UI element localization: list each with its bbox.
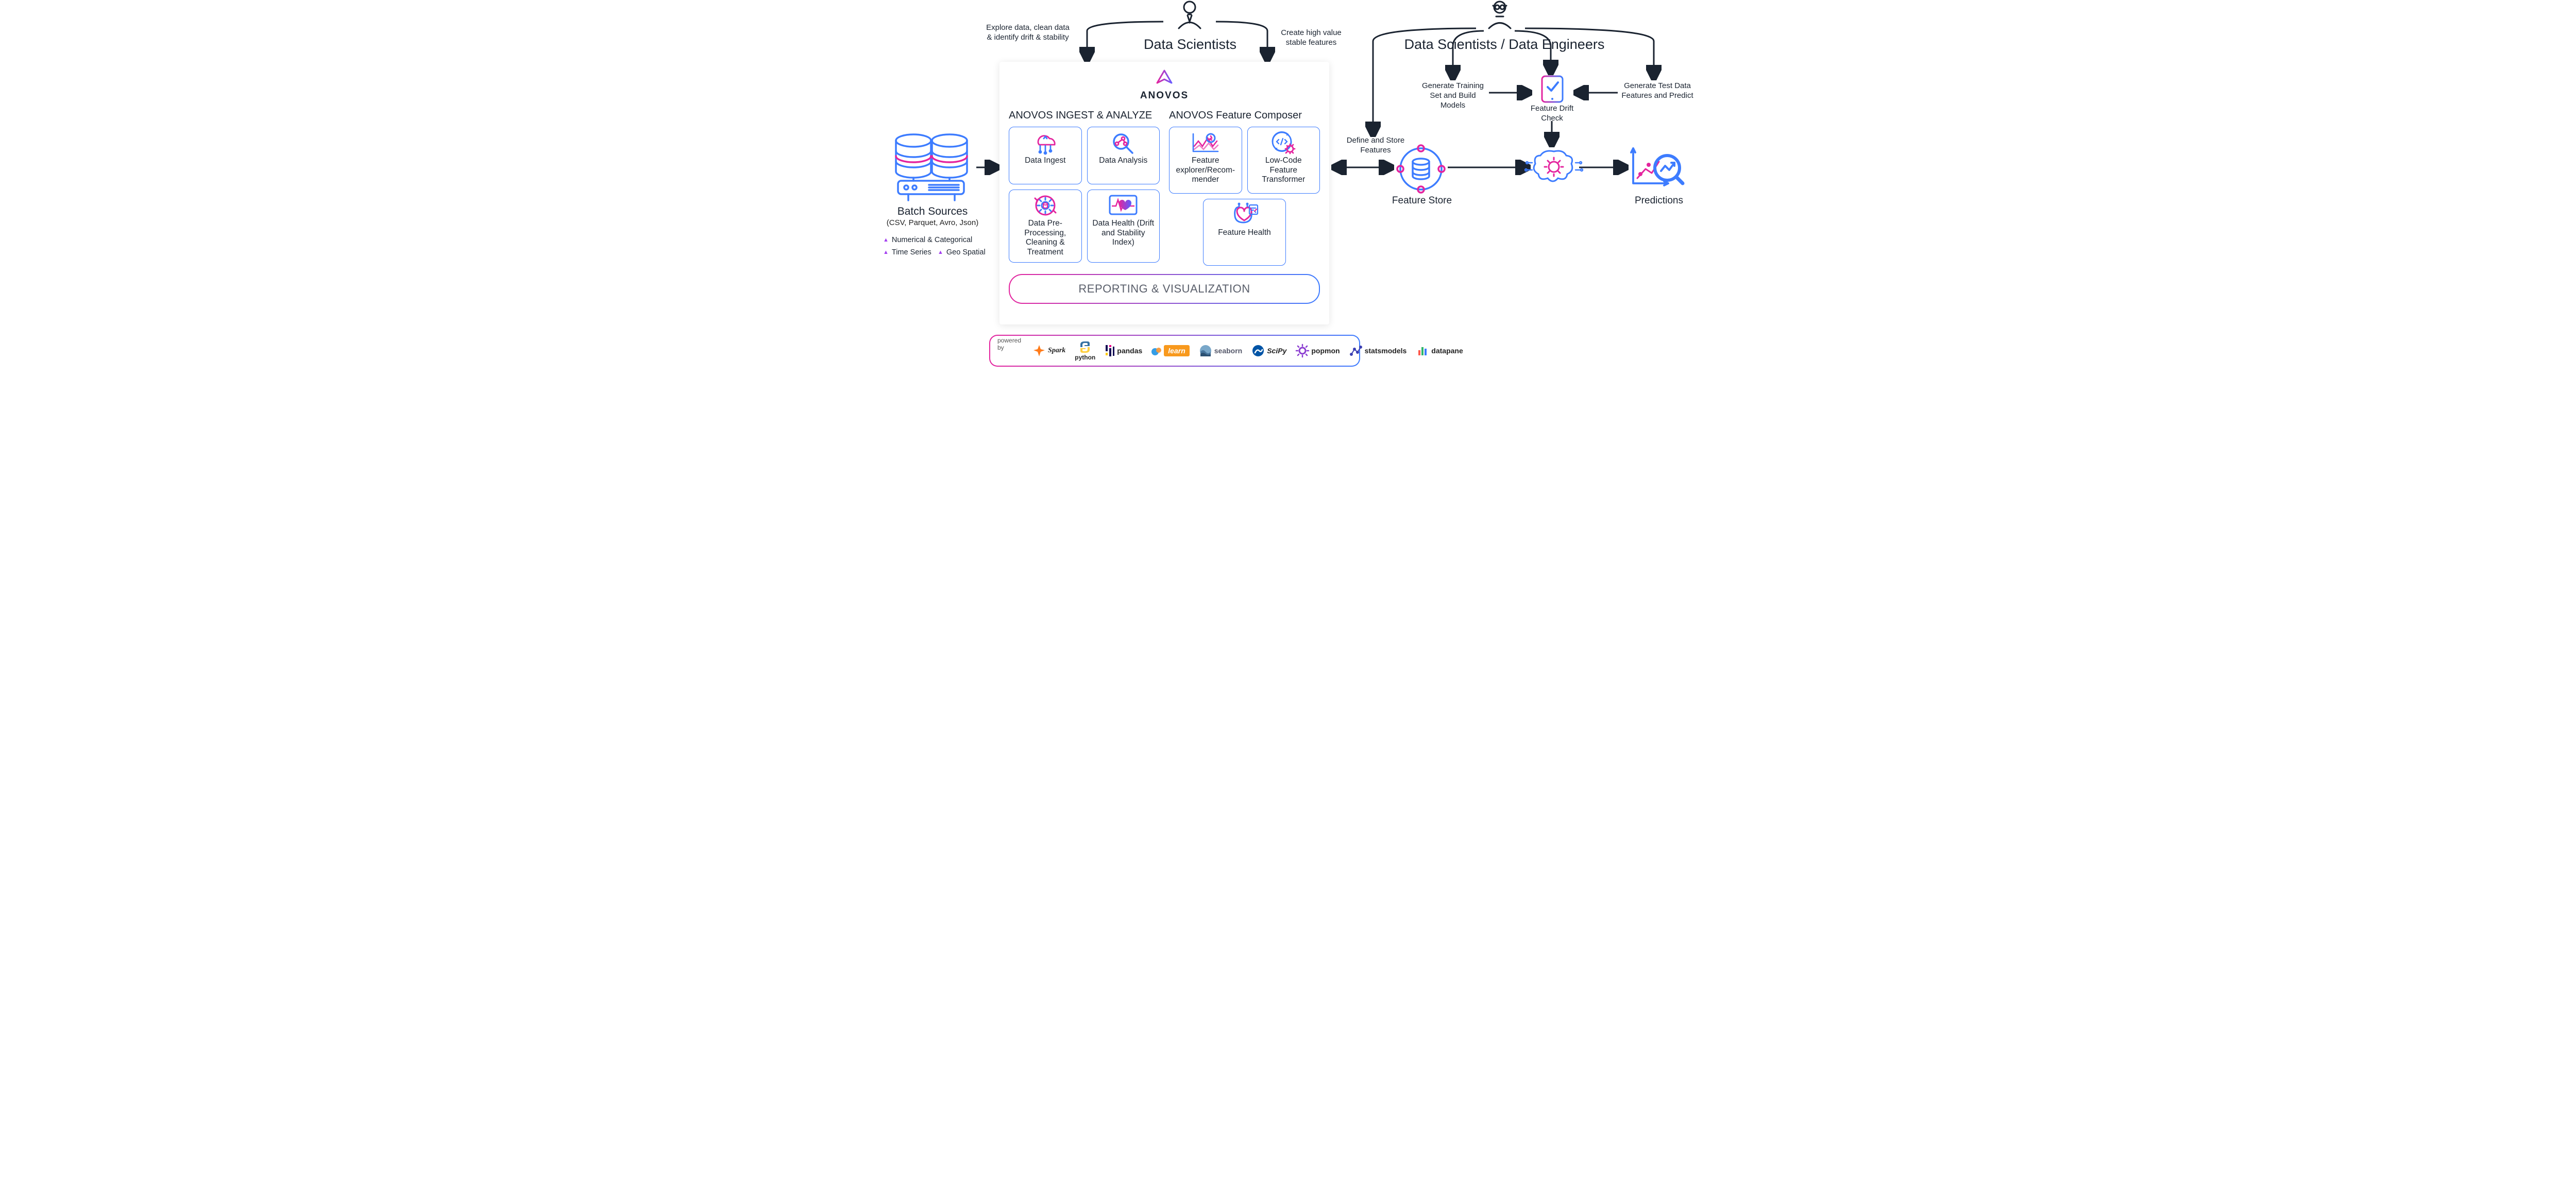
annotation-generate-training: Generate Training Set and Build Models bbox=[1417, 81, 1489, 110]
role-data-engineers: Data Scientists / Data Engineers bbox=[1401, 36, 1607, 54]
compose-title: ANOVOS Feature Composer bbox=[1169, 110, 1320, 122]
spark-icon bbox=[1032, 344, 1046, 357]
persona-data-scientist-icon bbox=[1175, 0, 1205, 32]
batch-type-2: Time Series bbox=[883, 248, 931, 256]
ingest-analyze-column: ANOVOS INGEST & ANALYZE bbox=[1009, 107, 1160, 266]
annotation-explore: Explore data, clean data & identify drif… bbox=[984, 23, 1072, 43]
tile-data-health: Data Health (Drift and Stability Index) bbox=[1087, 190, 1160, 263]
seaborn-icon bbox=[1199, 344, 1212, 357]
code-gear-cycle-icon bbox=[1268, 131, 1299, 154]
tile-data-analysis: Data Analysis bbox=[1087, 127, 1160, 184]
tool-scipy: SciPy bbox=[1251, 344, 1286, 357]
gear-refresh-icon bbox=[1030, 194, 1061, 217]
tile-preprocessing: Data Pre-Processing, Cleaning & Treatmen… bbox=[1009, 190, 1082, 263]
pandas-icon bbox=[1105, 344, 1115, 357]
tool-datapane: datapane bbox=[1416, 344, 1463, 357]
tool-pandas: pandas bbox=[1105, 344, 1142, 357]
tool-label: Spark bbox=[1048, 347, 1065, 355]
tool-label: SciPy bbox=[1267, 347, 1286, 355]
tile-label: Data Analysis bbox=[1099, 156, 1147, 166]
reporting-bar: REPORTING & VISUALIZATION bbox=[1009, 274, 1320, 304]
batch-sources-icon bbox=[889, 131, 974, 206]
predictions-icon bbox=[1628, 144, 1685, 193]
batch-sources-title: Batch Sources bbox=[891, 205, 974, 218]
batch-type-1: Numerical & Categorical bbox=[883, 236, 972, 244]
batch-type-3: Geo Spatial bbox=[938, 248, 986, 256]
tile-label: Data Ingest bbox=[1025, 156, 1065, 166]
scipy-icon bbox=[1251, 344, 1265, 357]
tile-label: Feature Health bbox=[1218, 228, 1271, 238]
tool-label: learn bbox=[1164, 345, 1189, 356]
magnifier-nodes-icon bbox=[1108, 131, 1139, 154]
tile-label: Data Health (Drift and Stability Index) bbox=[1091, 219, 1157, 248]
anovos-brand: ANOVOS bbox=[1009, 90, 1320, 101]
sklearn-icon bbox=[1151, 344, 1162, 357]
tile-data-ingest: Data Ingest bbox=[1009, 127, 1082, 184]
batch-sources-subtitle: (CSV, Parquet, Avro, Json) bbox=[884, 218, 981, 228]
cloud-ingest-icon bbox=[1030, 131, 1061, 154]
tool-python: python bbox=[1075, 340, 1095, 361]
datapane-icon bbox=[1416, 344, 1429, 357]
tool-label: statsmodels bbox=[1365, 347, 1407, 355]
tile-label: Feature explorer/Recom- mender bbox=[1173, 156, 1239, 185]
tool-spark: Spark bbox=[1032, 344, 1065, 357]
tile-feature-transformer: Low-Code Feature Transformer bbox=[1247, 127, 1320, 194]
feature-composer-column: ANOVOS Feature Composer Fea bbox=[1169, 107, 1320, 266]
tablet-check-icon bbox=[1540, 75, 1564, 106]
persona-data-engineer-icon bbox=[1484, 0, 1516, 32]
heart-monitor-icon bbox=[1108, 194, 1139, 217]
annotation-create-features: Create high value stable features bbox=[1273, 28, 1350, 48]
tool-label: seaborn bbox=[1214, 347, 1242, 355]
tool-label: python bbox=[1075, 354, 1095, 361]
tile-feature-explorer: Feature explorer/Recom- mender bbox=[1169, 127, 1242, 194]
stethoscope-heart-icon bbox=[1229, 203, 1260, 226]
tile-feature-health: Feature Health bbox=[1203, 199, 1286, 266]
popmon-icon bbox=[1296, 344, 1309, 357]
annotation-generate-test: Generate Test Data Features and Predict bbox=[1619, 81, 1696, 101]
powered-by-label: powered by bbox=[997, 337, 1021, 351]
tool-statsmodels: statsmodels bbox=[1349, 344, 1407, 357]
annotation-feature-drift: Feature Drift Check bbox=[1525, 104, 1579, 124]
tool-seaborn: seaborn bbox=[1199, 344, 1242, 357]
feature-store-icon bbox=[1396, 144, 1446, 196]
role-data-scientists: Data Scientists bbox=[1133, 36, 1247, 54]
architecture-diagram: Data Scientists Explore data, clean data… bbox=[881, 0, 1695, 391]
powered-by-strip: powered by Spark python pandas learn bbox=[989, 335, 1360, 367]
tile-label: Low-Code Feature Transformer bbox=[1251, 156, 1317, 185]
feature-store-label: Feature Store bbox=[1391, 195, 1453, 207]
predictions-label: Predictions bbox=[1628, 195, 1690, 207]
anovos-logo-icon bbox=[1154, 69, 1175, 88]
tool-popmon: popmon bbox=[1296, 344, 1340, 357]
ingest-title: ANOVOS INGEST & ANALYZE bbox=[1009, 110, 1160, 122]
tool-label: datapane bbox=[1431, 347, 1463, 355]
anovos-card: ANOVOS ANOVOS INGEST & ANALYZE bbox=[999, 62, 1329, 324]
chart-magnify-icon bbox=[1190, 131, 1221, 154]
ml-brain-icon bbox=[1530, 147, 1578, 190]
tile-label: Data Pre-Processing, Cleaning & Treatmen… bbox=[1012, 219, 1078, 257]
tool-label: pandas bbox=[1117, 347, 1142, 355]
statsmodels-icon bbox=[1349, 344, 1363, 357]
python-icon bbox=[1078, 340, 1092, 354]
tool-sklearn: learn bbox=[1151, 344, 1189, 357]
tool-label: popmon bbox=[1311, 347, 1340, 355]
